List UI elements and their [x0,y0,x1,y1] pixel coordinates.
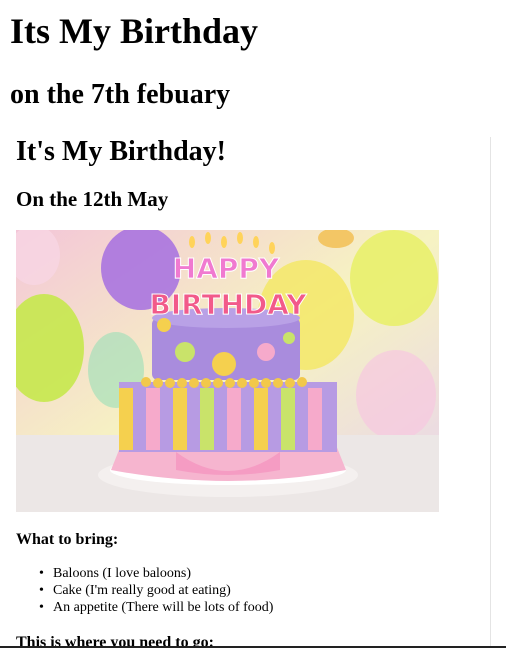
list-item: Baloons (I love baloons) [16,565,273,582]
frame-date: On the 12th May [16,187,169,211]
frame-heading: It's My Birthday! [16,137,226,167]
page-title: Its My Birthday [10,11,259,51]
bring-list: Baloons (I love baloons) Cake (I'm reall… [16,565,273,616]
candle-banner-bottom: BIRTHDAY [149,288,307,321]
bring-heading: What to bring: [16,531,119,548]
candle-banner-top: HAPPY [173,252,280,285]
birthday-cake-image: HAPPY BIRTHDAY [16,230,439,512]
list-item: An appetite (There will be lots of food) [16,599,273,616]
page-subtitle: on the 7th febuary [10,79,231,110]
embedded-page-frame[interactable]: It's My Birthday! On the 12th May HAPPY … [0,137,491,648]
list-item: Cake (I'm really good at eating) [16,582,273,599]
